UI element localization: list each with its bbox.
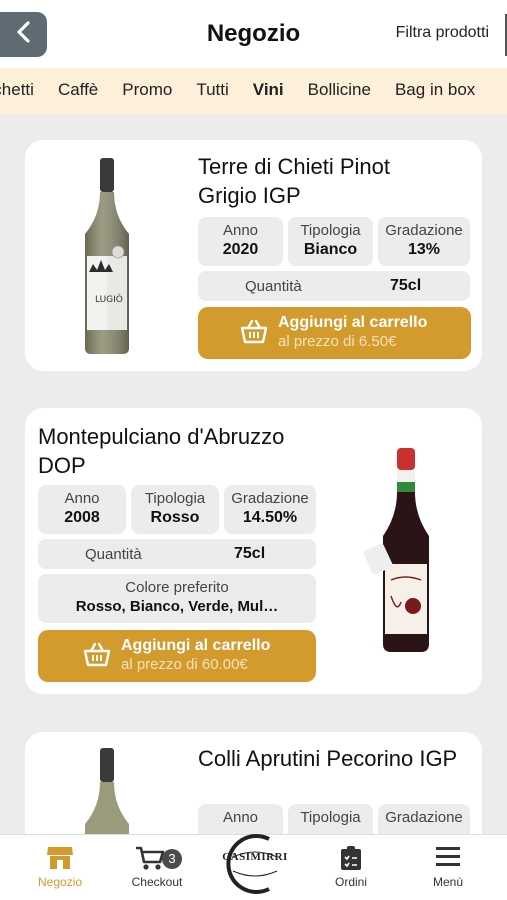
quantity-row: Quantità 75cl — [198, 271, 470, 301]
casimirri-logo[interactable]: CASIMIRRI — [213, 827, 297, 900]
year-label: Anno — [64, 490, 100, 507]
nav-label: Negozio — [37, 875, 83, 889]
wine-bottle-image: LUGIÒ — [75, 156, 139, 361]
cart-icon — [135, 845, 165, 876]
product-name: Terre di Chieti Pinot Grigio IGP — [198, 154, 390, 208]
preferred-color-value: Rosso, Bianco, Verde, Mul… — [75, 598, 279, 615]
shopping-basket-icon — [82, 642, 112, 673]
quantity-value: 75cl — [390, 277, 422, 294]
type-label: Tipologia — [144, 490, 206, 507]
product-name: Montepulciano d'Abruzzo DOP — [38, 424, 285, 478]
shopping-basket-icon — [239, 319, 269, 350]
product-card: LUGIÒ Terre di Chieti Pinot Grigio IGP A… — [25, 140, 482, 371]
nav-item-menu[interactable]: Menù — [403, 835, 493, 900]
add-to-cart-label: Aggiungi al carrello — [121, 637, 271, 654]
alcohol-label: Gradazione — [385, 809, 463, 826]
product-name: Colli Aprutini Pecorino IGP — [198, 746, 458, 771]
hamburger-menu-icon — [435, 845, 461, 874]
alcohol-value: 14.50% — [242, 509, 298, 526]
product-card: Colli Aprutini Pecorino IGP Anno Tipolog… — [25, 732, 482, 834]
app-header: Negozio Filtra prodotti — [0, 0, 507, 68]
filter-products-button[interactable]: Filtra prodotti — [396, 24, 489, 42]
logo-text: CASIMIRRI — [222, 851, 288, 863]
type-chip: Tipologia Bianco — [288, 217, 373, 266]
alcohol-chip: Gradazione — [378, 804, 470, 834]
type-chip: Tipologia — [288, 804, 373, 834]
add-to-cart-button[interactable]: Aggiungi al carrello al prezzo di 6.50€ — [198, 307, 471, 359]
type-value: Bianco — [303, 241, 358, 258]
category-tab-tutti[interactable]: Tutti — [184, 80, 240, 100]
year-value: 2008 — [64, 509, 100, 526]
category-tab-promo[interactable]: Promo — [110, 80, 184, 100]
store-icon — [46, 845, 74, 876]
year-value: 2020 — [222, 241, 259, 258]
product-list[interactable]: LUGIÒ Terre di Chieti Pinot Grigio IGP A… — [0, 114, 507, 834]
price-text: al prezzo di 60.00€ — [121, 656, 248, 673]
year-chip: Anno 2008 — [38, 485, 126, 534]
category-bar[interactable]: Pacchetti Caffè Promo Tutti Vini Bollici… — [0, 68, 507, 114]
category-tab-bag-in-box[interactable]: Bag in box — [383, 80, 487, 100]
type-label: Tipologia — [300, 222, 361, 239]
nav-label: Ordini — [334, 875, 367, 889]
category-tab-pacchetti[interactable]: Pacchetti — [0, 80, 46, 100]
type-label: Tipologia — [300, 809, 361, 826]
quantity-row: Quantità 75cl — [38, 539, 316, 569]
year-label: Anno — [222, 222, 259, 239]
quantity-value: 75cl — [234, 545, 266, 562]
nav-item-ordini[interactable]: Ordini — [306, 835, 396, 900]
nav-label: Checkout — [131, 875, 183, 889]
alcohol-label: Gradazione — [385, 222, 463, 239]
wine-bottle-image — [75, 748, 139, 834]
year-chip: Anno 2020 — [198, 217, 283, 266]
bottle-label-text: LUGIÒ — [95, 293, 123, 305]
nav-label: Menù — [432, 875, 464, 889]
alcohol-chip: Gradazione 13% — [378, 217, 470, 266]
add-to-cart-button[interactable]: Aggiungi al carrello al prezzo di 60.00€ — [38, 630, 316, 682]
preferred-color-field[interactable]: Colore preferito Rosso, Bianco, Verde, M… — [38, 574, 316, 623]
quantity-label: Quantità — [245, 278, 302, 295]
alcohol-label: Gradazione — [231, 490, 309, 507]
bottom-navigation: Negozio 3 Checkout CASIMIRRI Ordini Menù — [0, 834, 507, 900]
add-to-cart-label: Aggiungi al carrello — [278, 314, 428, 331]
alcohol-value: 13% — [407, 241, 441, 258]
quantity-label: Quantità — [85, 546, 142, 563]
category-tab-bollicine[interactable]: Bollicine — [296, 80, 383, 100]
price-text: al prezzo di 6.50€ — [278, 333, 397, 350]
alcohol-chip: Gradazione 14.50% — [224, 485, 316, 534]
type-value: Rosso — [150, 509, 200, 526]
cart-count-badge: 3 — [162, 849, 182, 869]
nav-item-negozio[interactable]: Negozio — [15, 835, 105, 900]
product-card: Montepulciano d'Abruzzo DOP Anno 2008 Ti… — [25, 408, 482, 694]
type-chip: Tipologia Rosso — [131, 485, 219, 534]
preferred-color-label: Colore preferito — [125, 579, 229, 596]
category-tab-vini[interactable]: Vini — [241, 80, 296, 100]
nav-item-checkout[interactable]: 3 Checkout — [112, 835, 202, 900]
chevron-left-icon — [15, 21, 33, 48]
category-tab-caffe[interactable]: Caffè — [46, 80, 110, 100]
wine-bottle-image — [361, 446, 447, 661]
year-label: Anno — [222, 809, 259, 826]
back-button[interactable] — [0, 12, 47, 57]
clipboard-icon — [340, 845, 362, 876]
